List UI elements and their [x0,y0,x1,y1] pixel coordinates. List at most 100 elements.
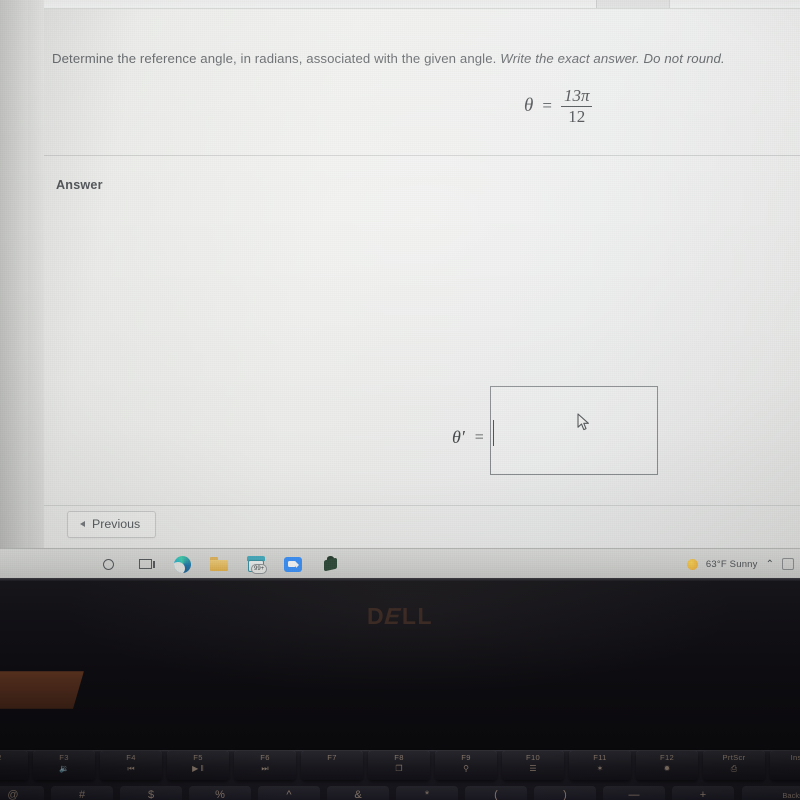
symbol-key[interactable]: ^ [258,786,320,800]
key-glyph: ⚲ [463,764,469,773]
symbol-key[interactable]: — [603,786,665,800]
symbol-key[interactable]: @ [0,786,44,800]
fraction-numerator: 13π [560,87,593,107]
symbol-key-label: @ [7,789,19,800]
key-f12[interactable]: F12 ✹ [636,750,698,780]
symbol-key-label: * [424,789,430,800]
key-glyph: ▶ ‖ [192,764,204,773]
key-f4[interactable]: F4 ⏮ [100,750,162,780]
search-icon[interactable] [98,554,118,574]
key-label: F5 [193,753,203,762]
symbol-key[interactable]: ( [465,786,527,800]
theta-prime-symbol: θ′ [452,427,465,447]
answer-heading: Answer [56,178,103,192]
key-insert[interactable]: Insert [770,750,800,780]
screen-left-edge-strip-inner [28,0,44,548]
screen-left-edge-strip [0,0,28,548]
key-label: F3 [59,753,69,762]
key-glyph: ✶ [596,764,604,773]
symbol-key-label: ( [494,789,498,800]
equals-sign: = [542,96,552,116]
key-label: F7 [327,753,337,762]
key-label: PrtScr [722,753,746,762]
previous-button[interactable]: Previous [67,511,157,538]
chevron-up-icon[interactable]: ⌃ [766,559,774,570]
app-icon[interactable] [320,554,340,574]
file-explorer-icon[interactable] [209,554,229,574]
key-f7[interactable]: F7 [301,750,363,780]
browser-top-band [44,0,800,9]
symbol-key[interactable]: ) [534,786,596,800]
symbol-key-label: + [699,789,707,800]
weather-widget[interactable]: 63°F Sunny [706,559,758,570]
key-f9[interactable]: F9 ⚲ [435,750,497,780]
key-glyph: 🔉 [59,764,69,773]
tray-icon[interactable] [782,558,794,570]
symbol-key[interactable]: % [189,786,251,800]
key-f10[interactable]: F10 ☰ [502,750,564,780]
question-text-italic: Write the exact answer. Do not round. [500,51,725,66]
key-glyph: ☰ [529,764,537,773]
microsoft-store-icon[interactable]: 99+ [246,554,268,574]
key-label: F8 [394,753,404,762]
key-glyph: ❐ [395,764,403,773]
key-glyph: ⏭ [261,764,269,773]
symbol-key[interactable]: & [327,786,389,800]
key-f11[interactable]: F11 ✶ [569,750,631,780]
question-text-plain: Determine the reference angle, in radian… [52,51,501,66]
key-glyph: ⏮ [127,764,135,773]
symbol-key-label: $ [147,789,155,800]
theta-symbol: θ [524,95,534,117]
key-glyph: 🔈 [0,764,28,773]
key-label: F4 [126,753,136,762]
key-label: F10 [526,753,540,762]
chevron-left-icon [80,521,85,527]
taskbar-system-tray: 63°F Sunny ⌃ [686,549,798,579]
laptop-keyboard: F2 🔈 F3 🔉 F4 ⏮ F5 ▶ ‖ F6 ⏭ F7 F8 ❐ F9 ⚲ F10 ☰ F11 ✶ F12 ✹ Prt… [0,750,800,800]
zoom-icon[interactable] [283,554,303,574]
answer-pane: Answer θ′ = [44,155,800,505]
previous-button-label: Previous [92,517,141,531]
symbol-key-label: # [78,789,86,800]
answer-equation: θ′ = [452,427,484,448]
symbol-key[interactable]: $ [120,786,182,800]
question-equation: θ = 13π 12 [524,87,593,125]
laptop-screen: Determine the reference angle, in radian… [0,0,800,578]
key-f3[interactable]: F3 🔉 [33,750,95,780]
mouse-pointer-icon [577,413,591,437]
key-f6[interactable]: F6 ⏭ [234,750,296,780]
dell-brand-logo: DELL [0,603,800,630]
key-f2[interactable]: F2 🔈 [0,750,28,780]
answer-input[interactable] [490,386,658,475]
navigation-row: Previous [44,505,800,549]
key-label: F9 [461,753,471,762]
backspace-key[interactable]: Backsp [742,786,800,800]
task-view-icon[interactable] [135,554,155,574]
symbol-key-label: ^ [286,789,292,800]
symbol-key[interactable]: + [672,786,734,800]
key-prtscr[interactable]: PrtScr ⎙ [703,750,765,780]
key-f5[interactable]: F5 ▶ ‖ [167,750,229,780]
key-f8[interactable]: F8 ❐ [368,750,430,780]
laptop-bezel: DELL [0,578,800,750]
key-glyph: ✹ [663,764,671,773]
symbol-key-label: — [628,789,640,800]
symbol-key[interactable]: * [396,786,458,800]
key-label: F6 [260,753,270,762]
taskbar-icon-group: 99+ [98,549,340,579]
key-glyph: ⎙ [730,764,738,773]
laptop-photo-screenshot: Determine the reference angle, in radian… [0,0,800,800]
answer-equals-sign: = [474,428,484,446]
key-label: F11 [593,753,607,762]
key-label: F12 [660,753,674,762]
dell-logo-ll: LL [401,603,434,629]
store-badge: 99+ [251,563,268,574]
fraction: 13π 12 [560,87,593,125]
backspace-key-label: Backsp [782,791,800,800]
windows-taskbar: 99+ 63°F Sunny ⌃ [0,548,800,578]
webpage-content: Determine the reference angle, in radian… [44,9,800,548]
symbol-key-label: & [354,789,362,800]
symbol-key[interactable]: # [51,786,113,800]
sunny-weather-icon [686,558,698,570]
microsoft-edge-icon[interactable] [172,554,192,574]
